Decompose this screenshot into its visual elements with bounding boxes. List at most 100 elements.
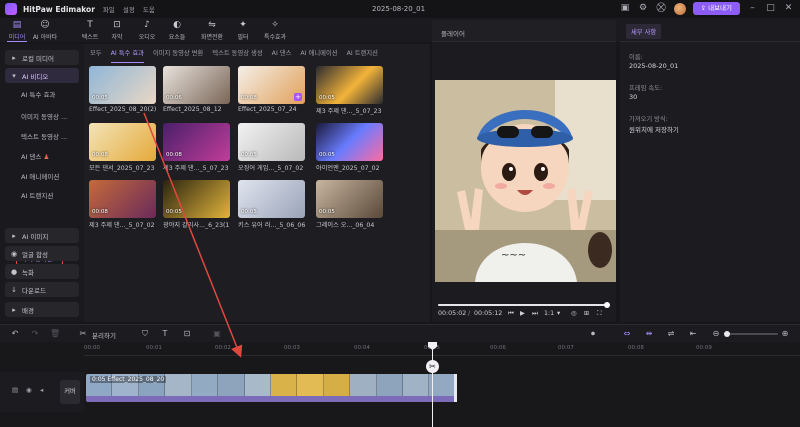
sidebar-item-ai-animation[interactable]: AI 애니메이션 <box>21 171 59 181</box>
split-button[interactable]: 분리하기 <box>92 330 116 340</box>
video-clip[interactable]: 0:05 Effect_2025_08_20 <box>86 374 456 402</box>
close-icon[interactable]: ✕ <box>783 3 794 14</box>
tool-audio[interactable]: ♪ 오디오 <box>134 20 160 41</box>
media-card[interactable]: 00:08 모든 댄서_2025_07_23 <box>89 123 156 172</box>
shield-icon[interactable]: ⛉ <box>140 329 150 339</box>
sidebar-download[interactable]: ↓ 다운로드 <box>5 282 79 297</box>
sidebar-record[interactable]: ● 녹화 <box>5 264 79 279</box>
sidebar-face-swap[interactable]: ◉ 얼굴 합성 <box>5 246 79 261</box>
crop-icon[interactable]: ⊡ <box>182 329 192 338</box>
zoom-slider[interactable] <box>724 331 778 337</box>
time-ruler[interactable]: 00:00 00:01 00:02 00:03 00:04 00:05 00:0… <box>84 342 800 356</box>
minimize-icon[interactable]: – <box>747 3 758 14</box>
media-card[interactable]: 00:08 제3 주제 댄..._5_07_02 <box>89 180 156 229</box>
message-icon[interactable]: ▣ <box>620 3 631 14</box>
step-forward-icon[interactable]: ⏭ <box>532 310 538 318</box>
sidebar-local-media[interactable]: ▸ 로컬 미디어 <box>5 50 79 65</box>
magnet-icon[interactable]: ⇹ <box>644 329 654 338</box>
play-icon[interactable]: ▶ <box>520 310 525 317</box>
tab-all[interactable]: 모두 <box>90 48 102 60</box>
duration: 00:05 <box>92 95 108 101</box>
export-icon: ⇪ <box>700 4 709 12</box>
fullscreen-icon[interactable]: ⛶ <box>597 310 601 318</box>
undo-icon[interactable]: ↶ <box>10 329 20 338</box>
sidebar-background[interactable]: ▸ 배경 <box>5 302 79 317</box>
clip-trim-handle[interactable] <box>454 374 457 402</box>
cover-button[interactable]: 커버 <box>60 380 80 404</box>
text-box-icon[interactable]: T <box>160 329 170 338</box>
grid-icon[interactable]: ⊞ <box>584 310 589 317</box>
tool-media[interactable]: ▤ 미디어 <box>4 20 30 42</box>
playhead[interactable]: ✂ <box>426 342 439 427</box>
scissors-icon[interactable]: ✂ <box>426 360 439 373</box>
volume-icon[interactable]: ◂ <box>40 386 43 394</box>
sticker-icon[interactable]: ▣ <box>212 329 222 338</box>
tool-elements[interactable]: ◐ 요소들 <box>164 20 190 41</box>
aspect-ratio-select[interactable]: 1:1 <box>544 310 554 317</box>
tab-ai-animation[interactable]: AI 애니메이션 <box>300 48 337 60</box>
tab-ai-effects[interactable]: AI 특수 효과 <box>110 48 145 63</box>
export-button[interactable]: ⇪ 내보내기 <box>692 2 740 15</box>
tool-transition[interactable]: ⇋ 화면전환 <box>199 20 225 41</box>
media-card[interactable]: 00:08 + Effect_2025_07_24 <box>238 66 305 113</box>
tab-text-to-video[interactable]: 텍스트 동영상 생성 <box>212 48 262 60</box>
menu-settings[interactable]: 설정 <box>123 4 135 14</box>
menu-file[interactable]: 파일 <box>103 4 115 14</box>
tool-ai-avatar[interactable]: ☺ AI 아바타 <box>32 20 58 41</box>
microphone-icon[interactable]: ⏺ <box>588 329 598 339</box>
sidebar-item-text-to-video[interactable]: 텍스트 동영상 ... <box>21 131 67 141</box>
cart-icon[interactable]: ⛒ <box>656 3 667 14</box>
chevron-down-icon[interactable]: ▾ <box>557 310 560 317</box>
sidebar-item-ai-dance[interactable]: AI 댄스 ♟ <box>21 151 49 161</box>
media-card[interactable]: 00:05 키스 유어 러..._5_06_06 <box>238 180 305 229</box>
sidebar-item-ai-effects[interactable]: AI 특수 효과 <box>21 89 55 99</box>
card-name: 제3 주제 댄..._5_07_23 <box>163 165 229 172</box>
snapshot-icon[interactable]: ◎ <box>571 310 577 317</box>
card-name: Effect_2025_08_12 <box>163 106 222 113</box>
tool-effects[interactable]: ✧ 특수효과 <box>262 20 288 41</box>
playback-progress[interactable] <box>438 302 610 308</box>
sidebar-item-image-to-video[interactable]: 이미지 동영상 ... <box>21 111 67 121</box>
tab-details[interactable]: 세부 사항 <box>626 24 662 39</box>
settings-icon[interactable]: ⚙ <box>638 3 649 14</box>
progress-knob[interactable] <box>604 302 610 308</box>
sidebar-ai-image[interactable]: ▸ AI 이미지 <box>5 228 79 243</box>
redo-icon[interactable]: ↷ <box>30 329 40 338</box>
maximize-icon[interactable]: □ <box>765 3 776 14</box>
media-card[interactable]: 00:05 오징어 게임..._5_07_02 <box>238 123 305 172</box>
tool-text[interactable]: T 텍스트 <box>77 20 103 41</box>
tab-image-to-video[interactable]: 이미지 동영상 변환 <box>153 48 203 60</box>
step-back-icon[interactable]: ⏮ <box>508 310 514 318</box>
menu-help[interactable]: 도움 <box>143 4 155 14</box>
eye-icon[interactable]: ◉ <box>26 386 32 394</box>
split-view-icon[interactable]: ⇌ <box>666 329 676 338</box>
media-card[interactable]: 00:05 Effect_2025_08_20(2) <box>89 66 156 113</box>
zoom-out-icon[interactable]: ⊖ <box>711 329 721 338</box>
tool-subtitle[interactable]: ⊡ 자막 <box>104 20 130 41</box>
tool-filter[interactable]: ✦ 필터 <box>230 20 256 41</box>
media-card[interactable]: 00:05 그레이스 오..._06_04 <box>316 180 383 229</box>
sidebar-item-ai-transition[interactable]: AI 트랜지션 <box>21 190 53 200</box>
link-icon[interactable]: ⇔ <box>622 329 632 338</box>
media-card[interactable]: 00:05 광야지 갈리사..._6_23(1) <box>163 180 230 229</box>
media-card[interactable]: 00:08 제3 주제 댄..._5_07_23 <box>163 123 230 172</box>
media-card[interactable]: 00:06 Effect_2025_08_12 <box>163 66 230 113</box>
video-preview[interactable]: ~~~ <box>435 80 616 282</box>
user-avatar[interactable] <box>673 2 686 15</box>
subtitle-icon: ⊡ <box>113 20 121 30</box>
ruler-tick: 00:08 <box>628 345 644 351</box>
zoom-knob[interactable] <box>724 331 730 337</box>
media-card[interactable]: 00:05 아이언맨_2025_07_02 <box>316 123 383 172</box>
delete-icon[interactable]: 🗑 <box>50 329 60 338</box>
fit-icon[interactable]: ⇤ <box>688 329 698 338</box>
music-icon: ♪ <box>144 20 150 30</box>
media-card[interactable]: 00:05 제3 주제 댄..._5_07_23 <box>316 66 383 115</box>
sidebar-ai-video[interactable]: ▾ AI 비디오 <box>5 68 79 83</box>
duration: 00:05 <box>166 209 182 215</box>
tab-ai-transition[interactable]: AI 트랜지션 <box>347 48 378 60</box>
progress-fill <box>438 304 605 306</box>
tab-ai-dance[interactable]: AI 댄스 <box>272 48 292 60</box>
split-icon[interactable]: ✂ <box>78 329 88 338</box>
zoom-in-icon[interactable]: ⊕ <box>780 329 790 338</box>
add-icon[interactable]: + <box>294 93 302 101</box>
